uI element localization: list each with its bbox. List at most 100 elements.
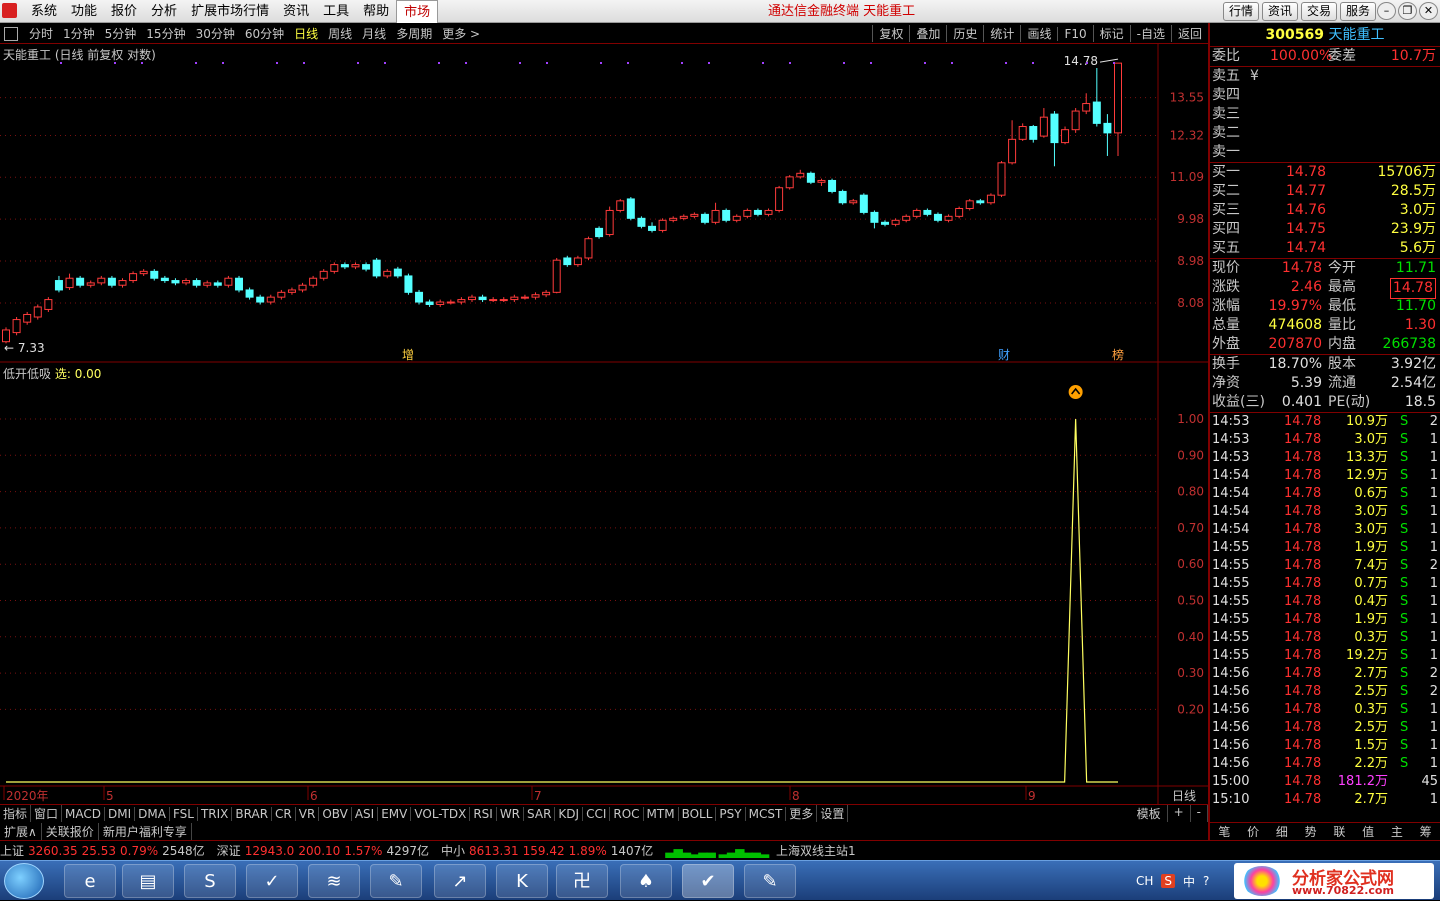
period-daily[interactable]: 日线 [289, 25, 323, 42]
tool-draw[interactable]: 画线 [1020, 25, 1057, 42]
start-button-icon[interactable] [4, 863, 44, 899]
tool-fuquan[interactable]: 复权 [872, 25, 909, 42]
ind-sar[interactable]: SAR [524, 806, 556, 821]
template-button[interactable]: 模板 [1131, 805, 1168, 822]
tool-stats[interactable]: 统计 [983, 25, 1020, 42]
ext-expand[interactable]: 扩展∧ [0, 822, 42, 840]
ind-psy[interactable]: PSY [716, 806, 746, 821]
ind-roc[interactable]: ROC [610, 806, 644, 821]
menu-market[interactable]: 市场 [396, 0, 439, 23]
period-intraday[interactable]: 分时 [24, 25, 58, 42]
ext-related-quote[interactable]: 关联报价 [42, 822, 99, 840]
app-icon-4[interactable]: 卍 [556, 864, 608, 898]
ext-new-user[interactable]: 新用户福利专享 [99, 822, 192, 840]
sogou-icon[interactable]: S [184, 864, 236, 898]
ind-window[interactable]: 窗口 [31, 805, 63, 822]
ind-mtm[interactable]: MTM [644, 806, 679, 821]
toggle-panel-icon[interactable] [4, 26, 18, 41]
tool-overlay[interactable]: 叠加 [909, 25, 946, 42]
ime-icon[interactable]: S [1161, 874, 1176, 888]
ind-trix[interactable]: TRIX [198, 806, 233, 821]
panel-tab[interactable]: 值 [1362, 823, 1374, 840]
menu-system[interactable]: 系统 [24, 0, 64, 23]
panel-tab[interactable]: 联 [1333, 823, 1345, 840]
ind-emv[interactable]: EMV [378, 806, 412, 821]
top-btn-trade[interactable]: 交易 [1300, 2, 1337, 21]
period-monthly[interactable]: 月线 [357, 25, 391, 42]
ime-mode[interactable]: 中 [1183, 873, 1195, 890]
top-btn-quote[interactable]: 行情 [1222, 2, 1259, 21]
ind-kdj[interactable]: KDJ [555, 806, 584, 821]
chart-app-icon[interactable]: ↗ [434, 864, 486, 898]
app-icon-1[interactable]: ✓ [246, 864, 298, 898]
ind-mcst[interactable]: MCST [746, 806, 787, 821]
ind-brar[interactable]: BRAR [232, 806, 273, 821]
menu-ext-market[interactable]: 扩展市场行情 [184, 0, 276, 23]
menu-help[interactable]: 帮助 [356, 0, 396, 23]
app-icon-3[interactable]: ✎ [370, 864, 422, 898]
ind-dmi[interactable]: DMI [105, 806, 136, 821]
server-name[interactable]: 上海双线主站1 [776, 842, 856, 859]
menu-tools[interactable]: 工具 [316, 0, 356, 23]
ind-asi[interactable]: ASI [352, 806, 379, 821]
ind-rsi[interactable]: RSI [470, 806, 497, 821]
tool-mark[interactable]: 标记 [1092, 25, 1130, 42]
kline-chart-area[interactable]: 13.55 12.32 11.09 9.98 8.98 8.08 1.00 0.90 0.80 0… [0, 44, 1208, 804]
menu-quote[interactable]: 报价 [104, 0, 144, 23]
ind-cr[interactable]: CR [272, 806, 296, 821]
ind-fsl[interactable]: FSL [170, 806, 198, 821]
tdx-app-icon[interactable]: ✔ [682, 864, 734, 898]
tool-watchlist[interactable]: -自选 [1129, 25, 1171, 42]
k-app-icon[interactable]: K [496, 864, 548, 898]
app-icon-5[interactable]: ♠ [620, 864, 672, 898]
period-60min[interactable]: 60分钟 [240, 25, 289, 42]
ind-vol-tdx[interactable]: VOL-TDX [411, 806, 471, 821]
period-multi[interactable]: 多周期 [391, 25, 437, 42]
tick-list[interactable]: 14:53 14.78 10.9万 S 2 14:53 14.78 3.0万 S 1 14:53 14… [1210, 413, 1440, 809]
minimize-icon[interactable]: – [1377, 2, 1396, 20]
panel-tab[interactable]: 势 [1305, 823, 1317, 840]
panel-tab[interactable]: 价 [1247, 823, 1259, 840]
panel-tab[interactable]: 主 [1391, 823, 1403, 840]
ind-settings[interactable]: 设置 [817, 805, 849, 822]
ie-icon[interactable]: e [64, 864, 116, 898]
menu-function[interactable]: 功能 [64, 0, 104, 23]
remove-window-button[interactable]: - [1191, 805, 1208, 822]
tool-f10[interactable]: F10 [1057, 26, 1092, 41]
add-window-button[interactable]: + [1168, 805, 1191, 822]
period-1min[interactable]: 1分钟 [58, 25, 100, 42]
top-btn-service[interactable]: 服务 [1339, 2, 1376, 21]
period-more[interactable]: 更多 > [437, 25, 485, 42]
period-30min[interactable]: 30分钟 [191, 25, 240, 42]
ind-more[interactable]: 更多 [786, 805, 818, 822]
panel-tab[interactable]: 筹 [1420, 823, 1432, 840]
top-btn-news[interactable]: 资讯 [1261, 2, 1298, 21]
ind-vr[interactable]: VR [296, 806, 320, 821]
period-15min[interactable]: 15分钟 [141, 25, 190, 42]
period-5min[interactable]: 5分钟 [100, 25, 142, 42]
kline-chart[interactable]: 13.55 12.32 11.09 9.98 8.98 8.08 1.00 0.90 0.80 0… [0, 44, 1208, 804]
ind-indicator[interactable]: 指标 [0, 805, 32, 822]
ind-dma[interactable]: DMA [135, 806, 170, 821]
period-weekly[interactable]: 周线 [323, 25, 357, 42]
ind-wr[interactable]: WR [497, 806, 525, 821]
menu-news[interactable]: 资讯 [276, 0, 316, 23]
tool-history[interactable]: 历史 [946, 25, 983, 42]
ind-cci[interactable]: CCI [583, 806, 611, 821]
restore-icon[interactable]: ❐ [1398, 2, 1417, 20]
ind-boll[interactable]: BOLL [679, 806, 717, 821]
ind-macd[interactable]: MACD [62, 806, 106, 821]
app-icon-2[interactable]: ≋ [308, 864, 360, 898]
explorer-icon[interactable]: ▤ [122, 864, 174, 898]
app-icon-6[interactable]: ✎ [744, 864, 796, 898]
menu-analysis[interactable]: 分析 [144, 0, 184, 23]
tool-back[interactable]: 返回 [1170, 25, 1208, 42]
close-icon[interactable]: ✕ [1419, 2, 1438, 20]
candle-body [753, 209, 762, 215]
panel-tab[interactable]: 细 [1276, 823, 1288, 840]
panel-tab[interactable]: 笔 [1218, 823, 1230, 840]
stat2-value: 3.92亿 [1390, 356, 1436, 372]
ind-obv[interactable]: OBV [319, 806, 352, 821]
lang-indicator[interactable]: CH [1136, 874, 1153, 888]
help-icon[interactable]: ? [1203, 874, 1209, 888]
